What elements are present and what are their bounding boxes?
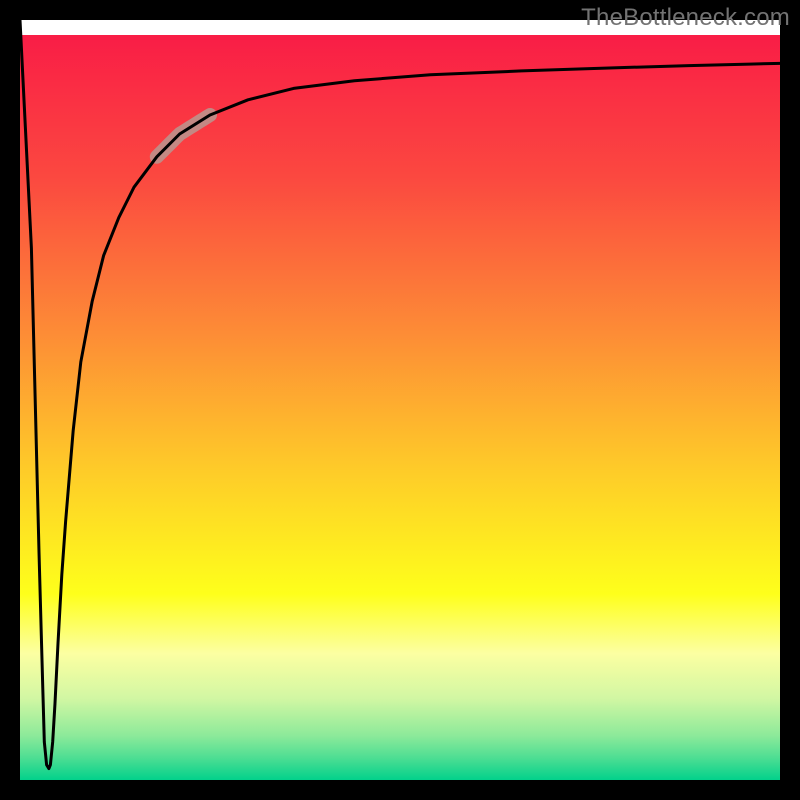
chart-gradient-background — [20, 35, 780, 780]
chart-svg — [0, 0, 800, 800]
chart-container: TheBottleneck.com — [0, 0, 800, 800]
watermark-text: TheBottleneck.com — [581, 4, 790, 32]
